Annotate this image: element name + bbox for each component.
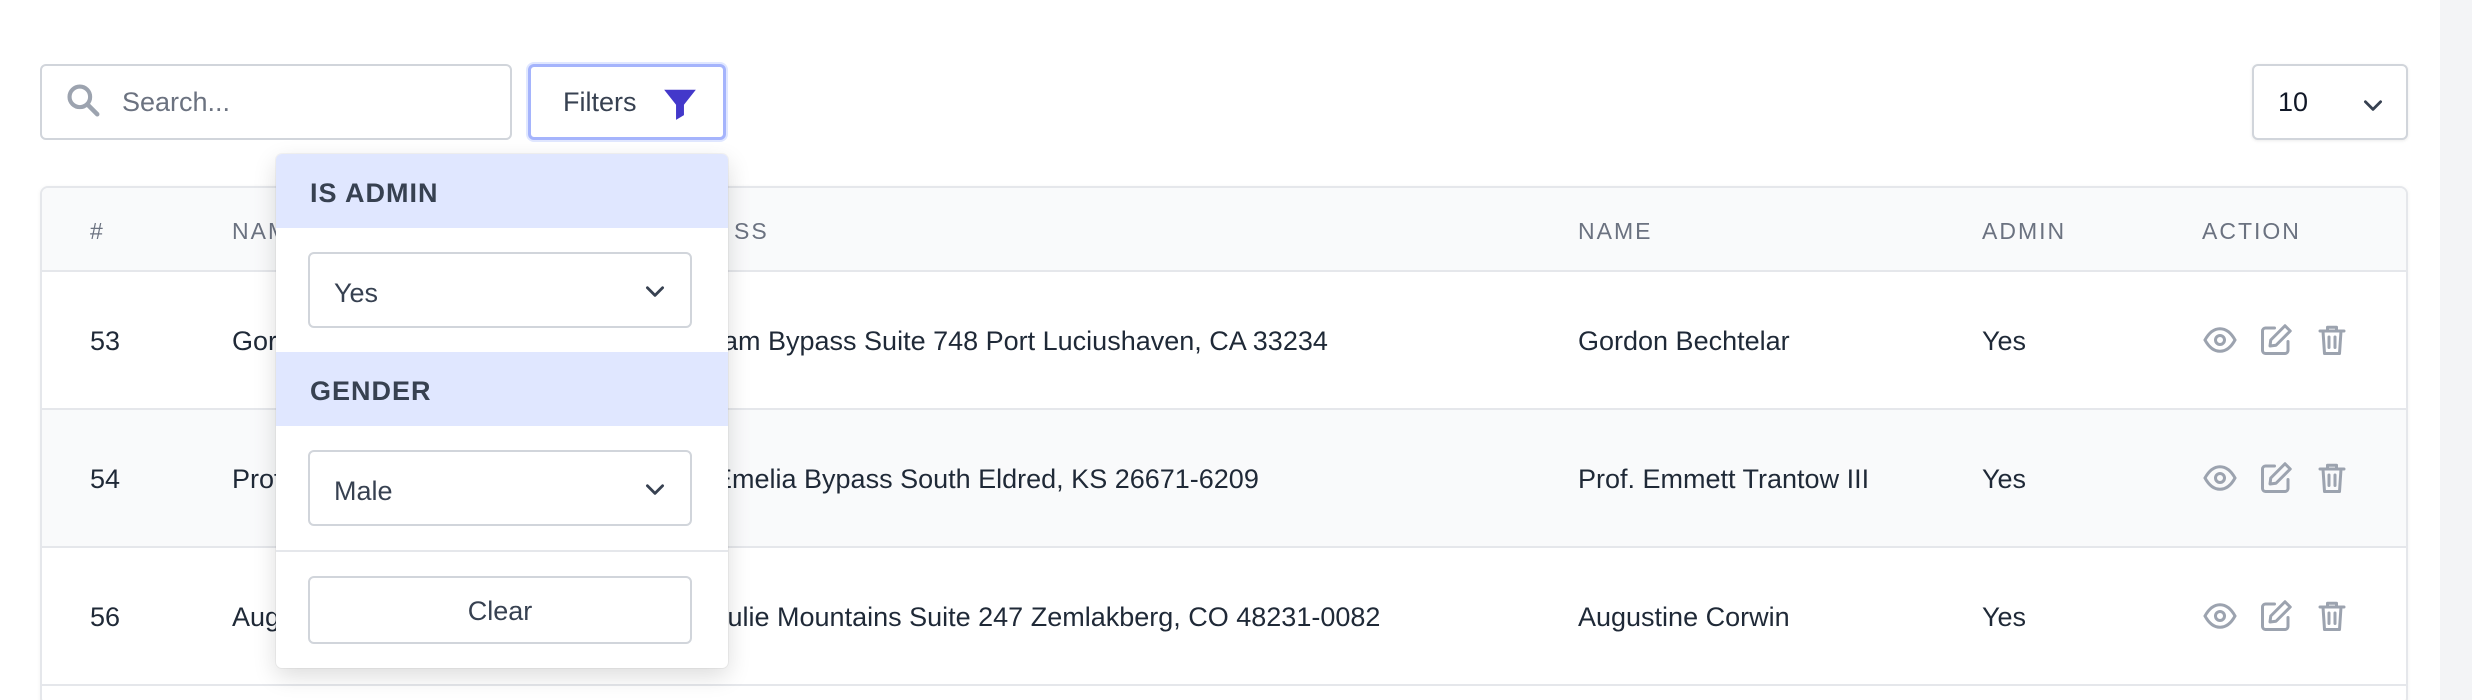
column-header-address-partial[interactable]: SS: [734, 218, 769, 245]
cell-name: Prof. Emmett Trantow III: [1578, 464, 1870, 494]
chevron-down-icon: [642, 476, 668, 502]
row-actions: [2202, 598, 2350, 634]
cell-name: Gordon Bechtelar: [1578, 326, 1790, 356]
column-header-action: ACTION: [2202, 218, 2301, 244]
per-page-select[interactable]: 10: [2252, 64, 2408, 140]
trash-icon[interactable]: [2314, 460, 2350, 496]
search-icon: [64, 81, 102, 124]
trash-icon[interactable]: [2314, 598, 2350, 634]
is-admin-value: Yes: [334, 278, 379, 308]
trash-icon[interactable]: [2314, 322, 2350, 358]
column-header-id[interactable]: #: [90, 218, 105, 245]
cell-admin: Yes: [1982, 602, 2027, 632]
page-gutter: [2440, 0, 2472, 700]
filter-divider: [276, 550, 728, 552]
cell-id: 54: [90, 464, 121, 494]
cell-address-partial: Emelia Bypass South Eldred, KS 26671-620…: [714, 464, 1259, 494]
edit-icon[interactable]: [2258, 598, 2294, 634]
cell-admin: Yes: [1982, 464, 2027, 494]
filter-heading-is-admin: IS ADMIN: [276, 154, 728, 228]
cell-name: Augustine Corwin: [1578, 602, 1790, 632]
column-header-name[interactable]: NAME: [1578, 218, 1652, 245]
funnel-icon: [661, 85, 699, 123]
filters-button-label: Filters: [563, 86, 637, 117]
gender-select[interactable]: Male: [308, 450, 692, 526]
search-input[interactable]: [122, 86, 482, 118]
filters-button[interactable]: Filters: [528, 64, 726, 140]
edit-icon[interactable]: [2258, 322, 2294, 358]
chevron-down-icon: [642, 278, 668, 304]
cell-name-partial: Gor: [232, 326, 278, 356]
eye-icon[interactable]: [2202, 322, 2238, 358]
eye-icon[interactable]: [2202, 598, 2238, 634]
eye-icon[interactable]: [2202, 460, 2238, 496]
cell-name-partial: Aug: [232, 602, 281, 632]
cell-admin: Yes: [1982, 326, 2027, 356]
filter-heading-gender: GENDER: [276, 352, 728, 426]
chevron-down-icon: [2360, 92, 2386, 118]
row-actions: [2202, 460, 2350, 496]
edit-icon[interactable]: [2258, 460, 2294, 496]
gender-value: Male: [334, 476, 393, 506]
clear-filters-button[interactable]: Clear: [308, 576, 692, 644]
search-box[interactable]: [40, 64, 512, 140]
row-actions: [2202, 322, 2350, 358]
is-admin-select[interactable]: Yes: [308, 252, 692, 328]
cell-address-partial: Julie Mountains Suite 247 Zemlakberg, CO…: [714, 602, 1381, 632]
per-page-value: 10: [2278, 86, 2309, 117]
cell-id: 53: [90, 326, 121, 356]
cell-id: 56: [90, 602, 121, 632]
column-header-admin[interactable]: ADMIN: [1982, 218, 2066, 245]
cell-name-partial: Prof: [232, 464, 282, 494]
cell-address-partial: ram Bypass Suite 748 Port Luciushaven, C…: [714, 326, 1328, 356]
filters-dropdown: IS ADMIN Yes GENDER Male Clear: [276, 154, 728, 668]
